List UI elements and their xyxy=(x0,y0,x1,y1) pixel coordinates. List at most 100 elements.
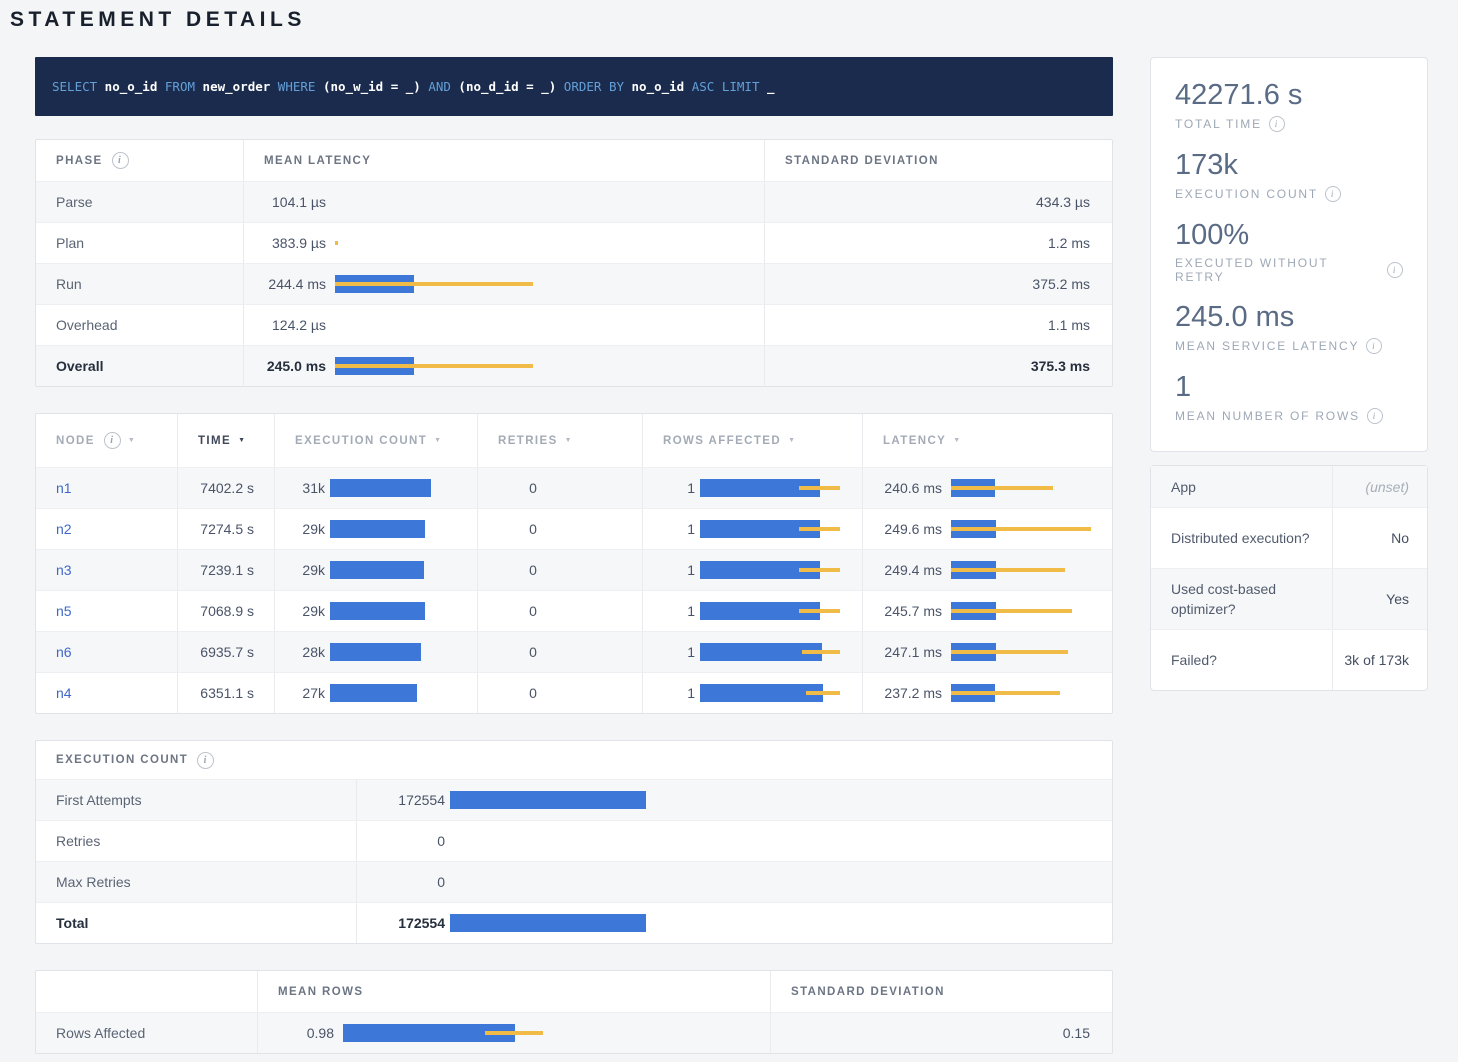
execution-count-title-label: EXECUTION COUNT xyxy=(56,754,188,766)
node-link[interactable]: n5 xyxy=(56,603,72,619)
execution-count-row: First Attempts172554 xyxy=(36,779,1112,820)
sql-identifier: (no_w_id = _) xyxy=(315,79,420,94)
sql-identifier: _ xyxy=(759,79,774,94)
stddev-whisker xyxy=(335,282,533,286)
info-icon[interactable]: i xyxy=(1269,116,1285,132)
property-label: Failed? xyxy=(1151,630,1332,690)
node-link[interactable]: n4 xyxy=(56,685,72,701)
sql-identifier: no_o_id xyxy=(97,79,157,94)
mean-bar xyxy=(700,684,823,702)
sql-identifier: new_order xyxy=(195,79,270,94)
phase-row: Plan383.9 µs1.2 ms xyxy=(36,222,1112,263)
sql-keyword: WHERE xyxy=(270,79,315,94)
mean-rows-row: Rows Affected0.980.15 xyxy=(36,1012,1112,1053)
property-label: App xyxy=(1151,466,1332,507)
property-row: Failed?3k of 173k xyxy=(1151,629,1427,690)
summary-stat-value: 245.0 ms xyxy=(1175,301,1403,334)
summary-stat-value: 42271.6 s xyxy=(1175,79,1403,112)
summary-stat-label-text: MEAN NUMBER OF ROWS xyxy=(1175,409,1360,423)
property-row: Distributed execution?No xyxy=(1151,507,1427,568)
node-link[interactable]: n3 xyxy=(56,562,72,578)
sort-arrow-icon: ▼ xyxy=(565,437,573,444)
rows-affected-value: 1 xyxy=(643,685,695,701)
node-link[interactable]: n6 xyxy=(56,644,72,660)
mean-rows-column-header: MEAN ROWS xyxy=(257,971,770,1012)
time-cell: 7274.5 s xyxy=(177,509,274,549)
mean-bar xyxy=(330,561,424,579)
mean-bar xyxy=(330,479,431,497)
latency-cell: 245.7 ms xyxy=(862,591,1112,631)
stddev-whisker xyxy=(951,609,1072,613)
stddev-whisker xyxy=(951,568,1065,572)
latency-bar xyxy=(951,643,1092,661)
phase-label: Overhead xyxy=(36,305,243,345)
info-icon[interactable]: i xyxy=(112,152,129,169)
phase-mean-latency-value: 104.1 µs xyxy=(244,194,326,210)
info-icon[interactable]: i xyxy=(104,432,121,449)
info-icon[interactable]: i xyxy=(1325,186,1341,202)
info-icon[interactable]: i xyxy=(1366,338,1382,354)
retries-cell: 0 xyxy=(477,632,642,672)
execution-count-table: EXECUTION COUNT i First Attempts172554Re… xyxy=(35,740,1113,944)
phase-mean-latency-cell: 244.4 ms xyxy=(243,264,764,304)
node-cell: n2 xyxy=(36,509,177,549)
summary-stat-value: 173k xyxy=(1175,149,1403,182)
phase-column-header: PHASE i xyxy=(36,140,243,181)
retries-value: 0 xyxy=(478,685,588,701)
rows-affected-bar xyxy=(700,643,843,661)
time-column-header[interactable]: TIME ▼ xyxy=(177,414,274,467)
summary-stat-label-text: TOTAL TIME xyxy=(1175,117,1262,131)
node-link[interactable]: n1 xyxy=(56,480,72,496)
execution-count-value: 29k xyxy=(275,603,325,619)
info-icon[interactable]: i xyxy=(1387,262,1403,278)
execution-count-value-cell: 0 xyxy=(356,862,1112,902)
latency-cell: 249.4 ms xyxy=(862,550,1112,590)
info-icon[interactable]: i xyxy=(1367,408,1383,424)
summary-stat-label-text: EXECUTED WITHOUT RETRY xyxy=(1175,256,1380,284)
node-table-body: n17402.2 s31k01240.6 msn27274.5 s29k0124… xyxy=(36,467,1112,713)
execution-count-column-header[interactable]: EXECUTION COUNT ▼ xyxy=(274,414,477,467)
latency-value: 249.6 ms xyxy=(863,521,942,537)
latency-bar xyxy=(951,479,1092,497)
standard-deviation-header-label: STANDARD DEVIATION xyxy=(785,155,939,167)
property-value: (unset) xyxy=(1332,466,1427,507)
sql-statement-bar: SELECT no_o_id FROM new_order WHERE (no_… xyxy=(35,57,1113,116)
execution-count-row: Max Retries0 xyxy=(36,861,1112,902)
info-icon[interactable]: i xyxy=(197,752,214,769)
phase-label: Overall xyxy=(36,346,243,386)
node-link[interactable]: n2 xyxy=(56,521,72,537)
sql-identifier: no_o_id xyxy=(624,79,684,94)
execution-count-cell: 28k xyxy=(274,632,477,672)
execution-count-bar xyxy=(330,643,431,661)
retries-value: 0 xyxy=(478,603,588,619)
stddev-whisker xyxy=(951,650,1068,654)
node-cell: n3 xyxy=(36,550,177,590)
side-column: 42271.6 sTOTAL TIMEi173kEXECUTION COUNTi… xyxy=(1150,57,1428,691)
execution-count-value: 27k xyxy=(275,685,325,701)
mean-bar xyxy=(330,684,417,702)
rows-affected-header-label: ROWS AFFECTED xyxy=(663,435,781,447)
latency-bar xyxy=(951,561,1092,579)
execution-count-cell: 29k xyxy=(274,591,477,631)
mean-rows-bar xyxy=(343,1024,543,1042)
latency-cell: 247.1 ms xyxy=(862,632,1112,672)
sql-keyword: ASC LIMIT xyxy=(684,79,759,94)
phase-label: Parse xyxy=(36,182,243,222)
rows-affected-bar xyxy=(700,479,843,497)
latency-column-header[interactable]: LATENCY ▼ xyxy=(862,414,1112,467)
summary-stat-label: MEAN NUMBER OF ROWS i xyxy=(1175,408,1403,424)
property-row: Used cost-based optimizer?Yes xyxy=(1151,568,1427,629)
mean-bar xyxy=(450,791,646,809)
execution-count-value: 172554 xyxy=(357,792,445,808)
execution-count-row-label: Total xyxy=(36,903,356,943)
mean-bar xyxy=(450,914,646,932)
rows-affected-column-header[interactable]: ROWS AFFECTED ▼ xyxy=(642,414,862,467)
node-column-header[interactable]: NODE i ▼ xyxy=(36,414,177,467)
rows-affected-cell: 1 xyxy=(642,591,862,631)
latency-bar xyxy=(335,275,545,293)
phase-stddev-value: 434.3 µs xyxy=(764,182,1112,222)
phase-label: Run xyxy=(36,264,243,304)
execution-count-table-body: First Attempts172554Retries0Max Retries0… xyxy=(36,779,1112,943)
stddev-whisker xyxy=(802,650,841,654)
retries-column-header[interactable]: RETRIES ▼ xyxy=(477,414,642,467)
